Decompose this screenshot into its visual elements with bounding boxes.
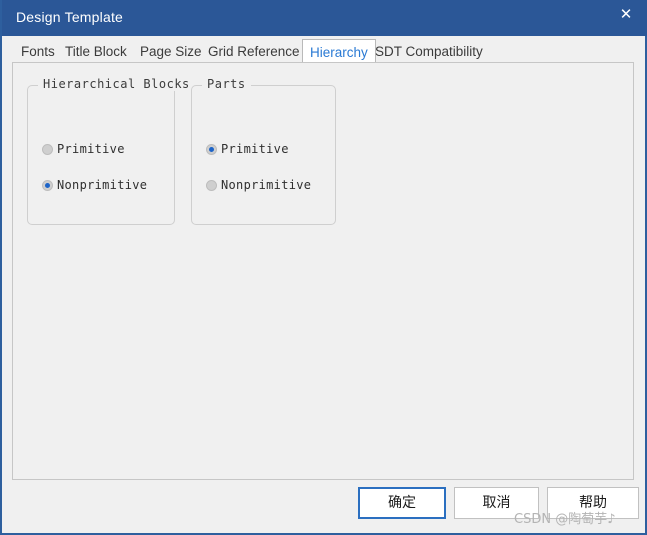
help-button[interactable]: 帮助: [547, 487, 639, 519]
cancel-button[interactable]: 取消: [454, 487, 539, 519]
radio-parts-primitive[interactable]: Primitive: [206, 142, 289, 156]
radio-hierarchical-primitive[interactable]: Primitive: [42, 142, 125, 156]
title-bar: Design Template ✕: [2, 0, 647, 36]
radio-label: Nonprimitive: [57, 178, 148, 192]
window-title: Design Template: [16, 9, 124, 25]
radio-circle-selected-icon: [206, 143, 217, 155]
close-icon[interactable]: ✕: [611, 2, 641, 28]
group-title-hierarchical-blocks: Hierarchical Blocks: [38, 77, 195, 91]
radio-parts-nonprimitive[interactable]: Nonprimitive: [206, 178, 311, 192]
radio-label: Nonprimitive: [221, 178, 312, 192]
ok-button[interactable]: 确定: [358, 487, 446, 519]
tab-content-panel: Hierarchical Blocks Primitive Nonprimiti…: [12, 62, 634, 480]
radio-circle-icon: [42, 143, 53, 155]
group-parts: Parts Primitive Nonprimitive: [191, 77, 336, 225]
radio-circle-selected-icon: [42, 179, 53, 191]
design-template-dialog: Design Template ✕ Fonts Title Block Page…: [0, 0, 647, 535]
radio-hierarchical-nonprimitive[interactable]: Nonprimitive: [42, 178, 147, 192]
group-hierarchical-blocks: Hierarchical Blocks Primitive Nonprimiti…: [27, 77, 195, 225]
group-title-parts: Parts: [202, 77, 251, 91]
radio-circle-icon: [206, 179, 217, 191]
radio-label: Primitive: [221, 142, 289, 156]
radio-label: Primitive: [57, 142, 125, 156]
